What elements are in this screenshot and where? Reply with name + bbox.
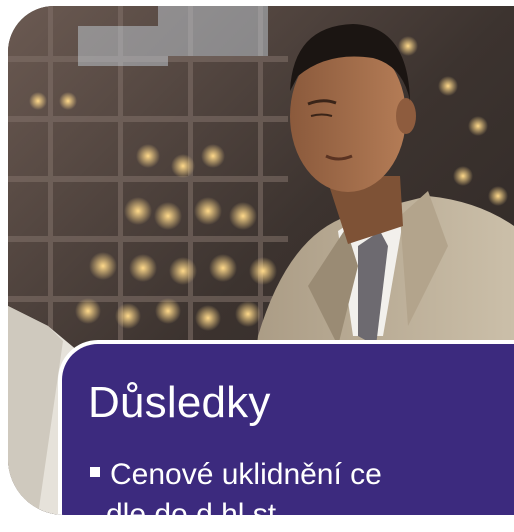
slide-title: Důsledky: [88, 378, 271, 427]
slide-card: [8, 6, 514, 515]
square-bullet-icon: [90, 467, 100, 478]
bullet-item-2-cut-off: dle do d hl st: [106, 498, 276, 532]
bullet-item-1: Cenové uklidnění ce: [86, 458, 382, 492]
bullet-text-1: Cenové uklidnění ce: [110, 458, 382, 491]
